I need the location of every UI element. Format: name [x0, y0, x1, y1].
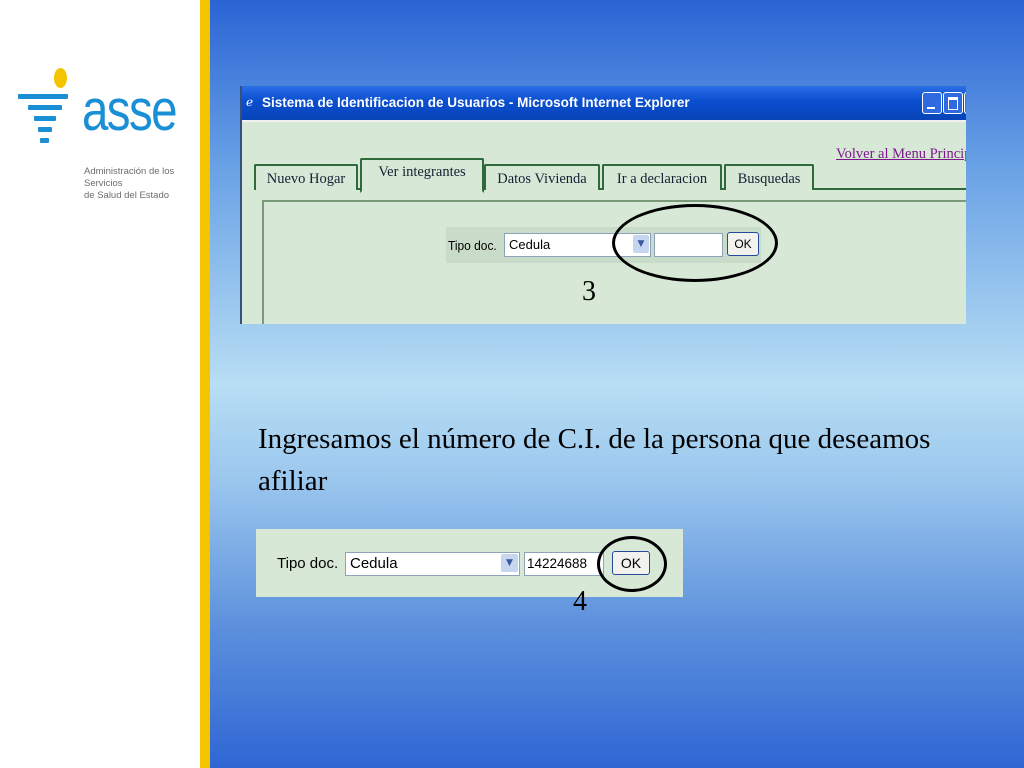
highlight-ellipse-4	[597, 536, 667, 592]
tipo-doc-label: Tipo doc.	[448, 238, 497, 253]
chevron-down-icon[interactable]: ▼	[501, 554, 518, 572]
close-button[interactable]	[964, 92, 966, 114]
ie-window-title: Sistema de Identificacion de Usuarios - …	[262, 95, 690, 110]
doc-number-value: 14224688	[527, 556, 588, 571]
volver-menu-link[interactable]: Volver al Menu Principal	[836, 146, 966, 163]
step-number-4: 4	[573, 586, 587, 617]
logo-wordmark: asse	[82, 78, 178, 143]
tab-datos-vivienda[interactable]: Datos Vivienda	[484, 164, 600, 190]
tipo-doc-select-filled[interactable]: Cedula ▼	[345, 552, 520, 576]
ie-content: Volver al Menu Principal Nuevo Hogar Ver…	[242, 120, 966, 324]
yellow-divider	[200, 0, 210, 768]
maximize-button[interactable]	[943, 92, 963, 114]
highlight-ellipse-3	[612, 204, 778, 282]
left-panel: asse Administración de los Servicios de …	[0, 0, 200, 768]
tab-busquedas[interactable]: Busquedas	[724, 164, 814, 190]
tab-nuevo-hogar[interactable]: Nuevo Hogar	[254, 164, 358, 190]
logo-subtitle: Administración de los Servicios de Salud…	[84, 166, 204, 202]
instruction-caption: Ingresamos el número de C.I. de la perso…	[258, 423, 931, 497]
ie-titlebar: ℯ Sistema de Identificacion de Usuarios …	[242, 86, 966, 120]
tipo-doc-select-value: Cedula	[509, 237, 551, 252]
doc-number-input-filled[interactable]: 14224688	[524, 552, 604, 576]
tipo-doc-label-filled: Tipo doc.	[277, 555, 339, 572]
asse-logo: asse Administración de los Servicios de …	[18, 68, 188, 201]
logo-subtitle-line1: Administración de los Servicios	[84, 166, 175, 189]
sun-icon	[54, 68, 67, 88]
minimize-button[interactable]	[922, 92, 942, 114]
tab-ir-a-declaracion[interactable]: Ir a declaracion	[602, 164, 722, 190]
tab-ver-integrantes[interactable]: Ver integrantes	[360, 158, 484, 193]
tipo-doc-select-value-filled: Cedula	[350, 555, 398, 572]
ie-window-screenshot: ℯ Sistema de Identificacion de Usuarios …	[240, 86, 966, 324]
step-number-3: 3	[582, 276, 596, 307]
ie-icon: ℯ	[246, 95, 254, 109]
logo-subtitle-line2: de Salud del Estado	[84, 190, 170, 201]
